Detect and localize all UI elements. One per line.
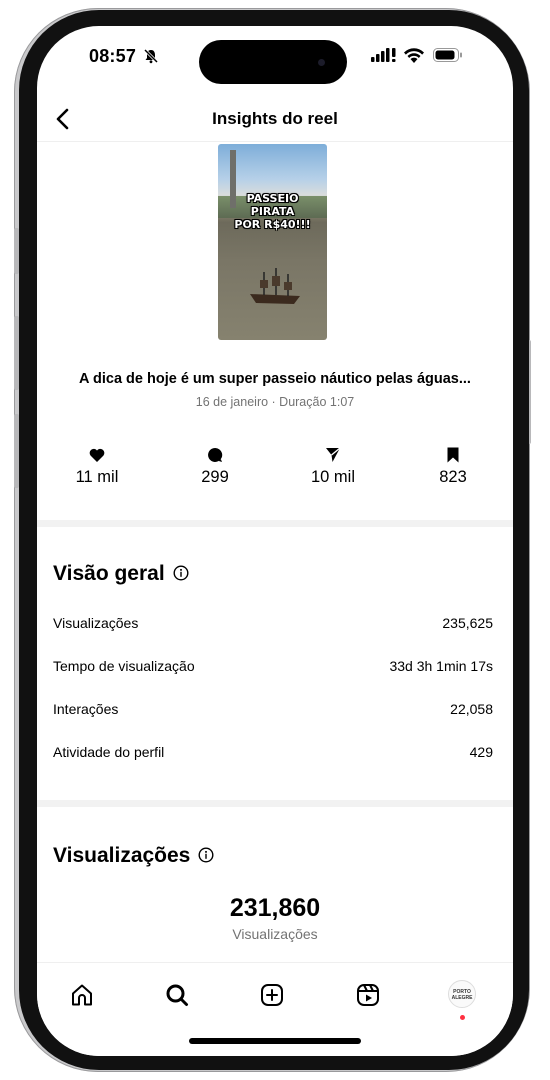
pirate-ship-image bbox=[250, 268, 300, 304]
tab-reels[interactable] bbox=[350, 977, 386, 1013]
cellular-signal-icon bbox=[371, 48, 396, 62]
comments-count: 299 bbox=[201, 468, 229, 486]
reel-thumbnail[interactable]: PASSEIO PIRATA POR R$40!!! bbox=[218, 144, 327, 340]
overview-row-views[interactable]: Visualizações 235,625 bbox=[53, 615, 493, 637]
stat-saves: 823 bbox=[403, 446, 503, 487]
status-time: 08:57 bbox=[89, 46, 137, 66]
create-icon bbox=[261, 984, 283, 1006]
status-bar: 08:57 bbox=[37, 26, 513, 90]
overview-title: Visão geral bbox=[53, 562, 189, 586]
bell-off-icon bbox=[143, 48, 159, 64]
section-divider bbox=[37, 520, 513, 527]
info-icon[interactable] bbox=[173, 565, 189, 581]
home-icon bbox=[72, 984, 92, 1006]
tab-search[interactable] bbox=[159, 977, 195, 1013]
stat-shares: 10 mil bbox=[283, 446, 383, 487]
wifi-icon bbox=[404, 48, 424, 63]
tab-home[interactable] bbox=[64, 977, 100, 1013]
views-total: 231,860 bbox=[229, 894, 321, 922]
comment-icon bbox=[208, 447, 223, 462]
reel-caption: A dica de hoje é um super passeio náutic… bbox=[79, 371, 471, 387]
overview-row-profile-activity[interactable]: Atividade do perfil 429 bbox=[53, 744, 493, 766]
stat-likes: 11 mil bbox=[47, 446, 147, 487]
profile-avatar[interactable]: PORTO ALEGRE bbox=[448, 980, 476, 1008]
info-icon[interactable] bbox=[198, 847, 214, 863]
saves-count: 823 bbox=[439, 468, 467, 486]
share-icon bbox=[326, 447, 341, 462]
heart-icon bbox=[89, 448, 105, 462]
thumbnail-overlay-text: PASSEIO PIRATA POR R$40!!! bbox=[234, 192, 311, 231]
page-title: Insights do reel bbox=[212, 109, 338, 128]
shares-count: 10 mil bbox=[310, 468, 355, 486]
stat-comments: 299 bbox=[165, 446, 265, 487]
bookmark-icon bbox=[447, 447, 459, 463]
reels-icon bbox=[357, 984, 379, 1006]
notification-dot bbox=[460, 1015, 465, 1020]
overview-row-watch-time[interactable]: Tempo de visualização 33d 3h 1min 17s bbox=[53, 658, 493, 680]
dynamic-island bbox=[199, 40, 347, 84]
battery-icon bbox=[433, 48, 462, 62]
top-nav-bar: Insights do reel bbox=[37, 98, 513, 142]
tab-create[interactable] bbox=[254, 977, 290, 1013]
search-icon bbox=[166, 984, 188, 1006]
reel-meta: 16 de janeiro · Duração 1:07 bbox=[195, 395, 355, 409]
views-total-label: Visualizações bbox=[232, 926, 318, 942]
overview-row-interactions[interactable]: Interações 22,058 bbox=[53, 701, 493, 723]
screen: 08:57 Insights do reel PASSEIO PIRATA PO… bbox=[37, 26, 513, 1056]
section-divider bbox=[37, 800, 513, 807]
likes-count: 11 mil bbox=[75, 468, 119, 486]
views-title: Visualizações bbox=[53, 844, 214, 868]
home-indicator bbox=[189, 1038, 361, 1044]
